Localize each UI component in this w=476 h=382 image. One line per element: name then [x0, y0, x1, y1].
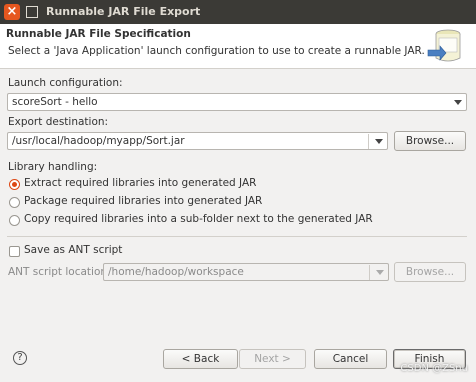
combo-separator	[369, 265, 370, 280]
launch-config-label: Launch configuration:	[8, 77, 123, 89]
jar-export-graphic	[427, 29, 461, 62]
title-bar: × Runnable JAR File Export	[0, 0, 476, 24]
save-ant-label[interactable]: Save as ANT script	[24, 244, 122, 256]
export-destination-label: Export destination:	[8, 116, 109, 128]
watermark: CSDN @ZSnu	[400, 363, 468, 374]
divider	[7, 236, 467, 237]
radio-extract[interactable]	[9, 179, 20, 190]
chevron-down-icon	[376, 270, 384, 275]
window-title: Runnable JAR File Export	[46, 5, 201, 18]
browse-destination-button[interactable]: Browse...	[394, 131, 466, 151]
maximize-icon[interactable]	[26, 6, 38, 18]
library-handling-label: Library handling:	[8, 161, 98, 173]
save-ant-checkbox[interactable]	[9, 246, 20, 257]
export-destination-input[interactable]: /usr/local/hadoop/myapp/Sort.jar	[7, 132, 388, 150]
page-description: Select a 'Java Application' launch confi…	[8, 45, 425, 57]
combo-separator	[368, 134, 369, 149]
close-icon[interactable]: ×	[4, 4, 20, 20]
wizard-header: Runnable JAR File Specification Select a…	[0, 24, 476, 69]
export-destination-value: /usr/local/hadoop/myapp/Sort.jar	[12, 135, 185, 147]
ant-location-input: /home/hadoop/workspace	[103, 263, 389, 281]
help-icon[interactable]: ?	[13, 351, 27, 365]
chevron-down-icon	[454, 100, 462, 105]
next-button: Next >	[239, 349, 306, 369]
launch-config-select[interactable]: scoreSort - hello	[7, 93, 467, 111]
back-button[interactable]: < Back	[163, 349, 238, 369]
browse-ant-button: Browse...	[394, 262, 466, 282]
radio-copy[interactable]	[9, 215, 20, 226]
ant-location-value: /home/hadoop/workspace	[108, 266, 244, 278]
cancel-button[interactable]: Cancel	[314, 349, 387, 369]
ant-location-label: ANT script location:	[8, 266, 111, 278]
radio-extract-label[interactable]: Extract required libraries into generate…	[24, 177, 256, 189]
radio-copy-label[interactable]: Copy required libraries into a sub-folde…	[24, 213, 373, 225]
chevron-down-icon[interactable]	[375, 139, 383, 144]
radio-package-label[interactable]: Package required libraries into generate…	[24, 195, 262, 207]
page-title: Runnable JAR File Specification	[6, 28, 191, 40]
radio-package[interactable]	[9, 197, 20, 208]
launch-config-value: scoreSort - hello	[12, 96, 98, 108]
